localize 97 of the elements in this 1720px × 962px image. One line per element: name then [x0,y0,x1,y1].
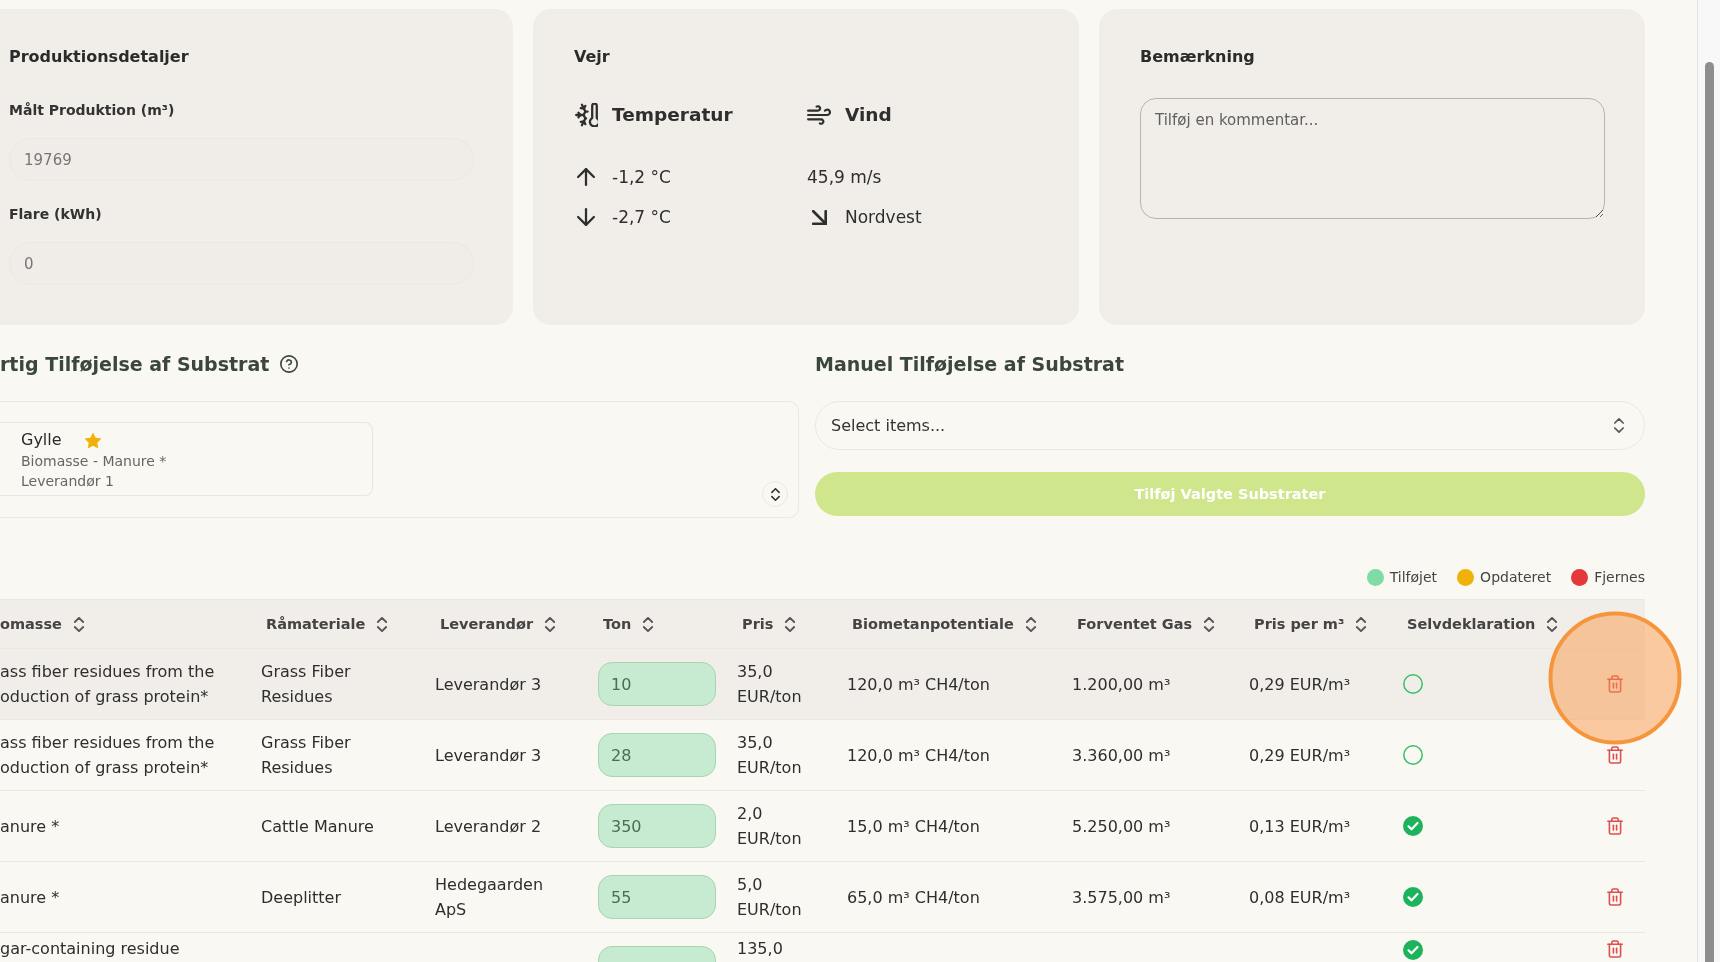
chevron-up-down-icon [770,487,780,501]
card-title: Produktionsdetaljer [9,47,190,67]
substrate-category: Biomasse - Manure * [21,452,168,471]
table-cell-text: 0,08 EUR/m³ [1249,886,1351,909]
weather-label: Vind [845,103,892,127]
help-icon[interactable] [280,355,299,373]
delete-button[interactable] [1607,817,1623,835]
table-cell-text: Leverandør 2 [435,815,542,838]
table-cell-text: Hedegaarden ApS [435,874,545,921]
trash-icon [1607,817,1623,835]
field-label: Målt Produktion (m³) [9,101,176,120]
delete-button[interactable] [1607,940,1623,958]
table-cell-text: 0,29 EUR/m³ [1249,744,1351,767]
column-header[interactable]: Ton [598,616,654,632]
table-cell-text: Cattle Manure [261,815,374,838]
delete-button[interactable] [1607,888,1623,906]
legend-label: Opdateret [1480,568,1552,587]
column-header[interactable]: Biometanpotentiale [847,616,1036,632]
table-cell-text: Grass Fiber Residues [261,661,352,708]
sort-icon [643,616,654,632]
column-header[interactable]: Pris per m³ [1249,616,1367,632]
table-cell-text: 0,29 EUR/m³ [1249,673,1351,696]
table-cell-text: 35,0 EUR/ton [737,732,803,779]
substrate-name: Gylle [21,429,62,451]
table-cell-text: anure * [0,886,60,909]
arrow-up-icon [577,168,595,186]
sort-icon [1547,616,1558,632]
table-cell-text: anure * [0,815,60,838]
column-header[interactable]: Råmateriale [261,616,388,632]
column-header[interactable]: Pris [737,616,796,632]
arrow-down-icon [577,208,595,226]
scroll-button[interactable] [762,481,788,507]
table-cell-text: 3.575,00 m³ [1072,886,1171,909]
ton-field[interactable]: 10 [598,662,716,706]
table-cell-text: 15,0 m³ CH4/ton [847,815,980,838]
table-cell-text: Grass Fiber Residues [261,732,352,779]
field-label: Flare (kWh) [9,205,103,224]
table-cell-text: 135,0 [737,938,783,960]
scrollbar-thumb[interactable] [1705,62,1714,962]
trash-icon [1607,888,1623,906]
thermometer-snowflake-icon [574,103,598,127]
scrollbar[interactable] [1697,0,1720,962]
table-cell-text: gar-containing residue [0,938,180,960]
arrow-down-right-icon [811,209,827,225]
section-title: rtig Tilføjelse af Substrat [0,352,270,376]
temperature-high: -1,2 °C [612,166,671,188]
column-header[interactable]: Selvdeklaration [1402,616,1558,632]
legend-label: Tilføjet [1389,568,1438,587]
sort-icon [785,616,796,632]
table-cell-text: 65,0 m³ CH4/ton [847,886,980,909]
table-cell-text: 1.200,00 m³ [1072,673,1171,696]
wind-direction: Nordvest [845,206,922,228]
ton-field[interactable]: 55 [598,875,716,919]
sort-icon [1025,616,1036,632]
temperature-low: -2,7 °C [612,206,671,228]
chevron-up-down-icon [1614,418,1624,433]
wind-speed: 45,9 m/s [807,166,882,188]
trash-icon [1607,675,1623,693]
column-header[interactable]: Leverandør [435,616,556,632]
table-cell-text: 120,0 m³ CH4/ton [847,673,990,696]
input-field[interactable]: 19769 [9,138,474,181]
table-cell-text: ass fiber residues from the oduction of grass protein* [0,661,216,708]
trash-icon [1607,940,1623,958]
table-cell-text: Leverandør 3 [435,673,542,696]
sort-icon [73,616,84,632]
column-header[interactable]: omasse [0,616,84,632]
table-cell-text: Deeplitter [261,886,342,909]
table-cell-text: 35,0 EUR/ton [737,661,803,708]
select-field[interactable]: Select items... [815,401,1645,450]
section-title: Manuel Tilføjelse af Substrat [815,352,1124,376]
sort-icon [1356,616,1367,632]
comment-field[interactable]: Tilføj en kommentar... [1140,98,1605,219]
card-title: Vejr [574,47,611,67]
table-cell-text: ass fiber residues from the oduction of grass protein* [0,732,216,779]
table-cell-text: 0,13 EUR/m³ [1249,815,1351,838]
table-cell-text: 5,0 EUR/ton [737,874,803,921]
substrate-supplier: Leverandør 1 [21,472,115,491]
sort-icon [1204,616,1215,632]
table-cell-text: 120,0 m³ CH4/ton [847,744,990,767]
delete-button[interactable] [1607,675,1623,693]
legend-label: Fjernes [1594,568,1645,587]
card-title: Bemærkning [1140,47,1256,67]
sort-icon [545,616,556,632]
ton-field[interactable]: 350 [598,804,716,848]
substrate-card[interactable]: Gylle Biomasse - Manure * Leverandør 1 [0,422,373,496]
delete-button[interactable] [1607,746,1623,764]
column-header[interactable]: Forventet Gas [1072,616,1215,632]
table-cell-text: 3.360,00 m³ [1072,744,1171,767]
weather-label: Temperatur [612,103,733,127]
wind-icon [807,105,831,125]
sort-icon [377,616,388,632]
trash-icon [1607,746,1623,764]
input-field[interactable]: 0 [9,242,474,285]
ton-field[interactable]: 28 [598,733,716,777]
table-cell-text: 2,0 EUR/ton [737,803,803,850]
table-cell-text: 5.250,00 m³ [1072,815,1171,838]
table-cell-text: Leverandør 3 [435,744,542,767]
